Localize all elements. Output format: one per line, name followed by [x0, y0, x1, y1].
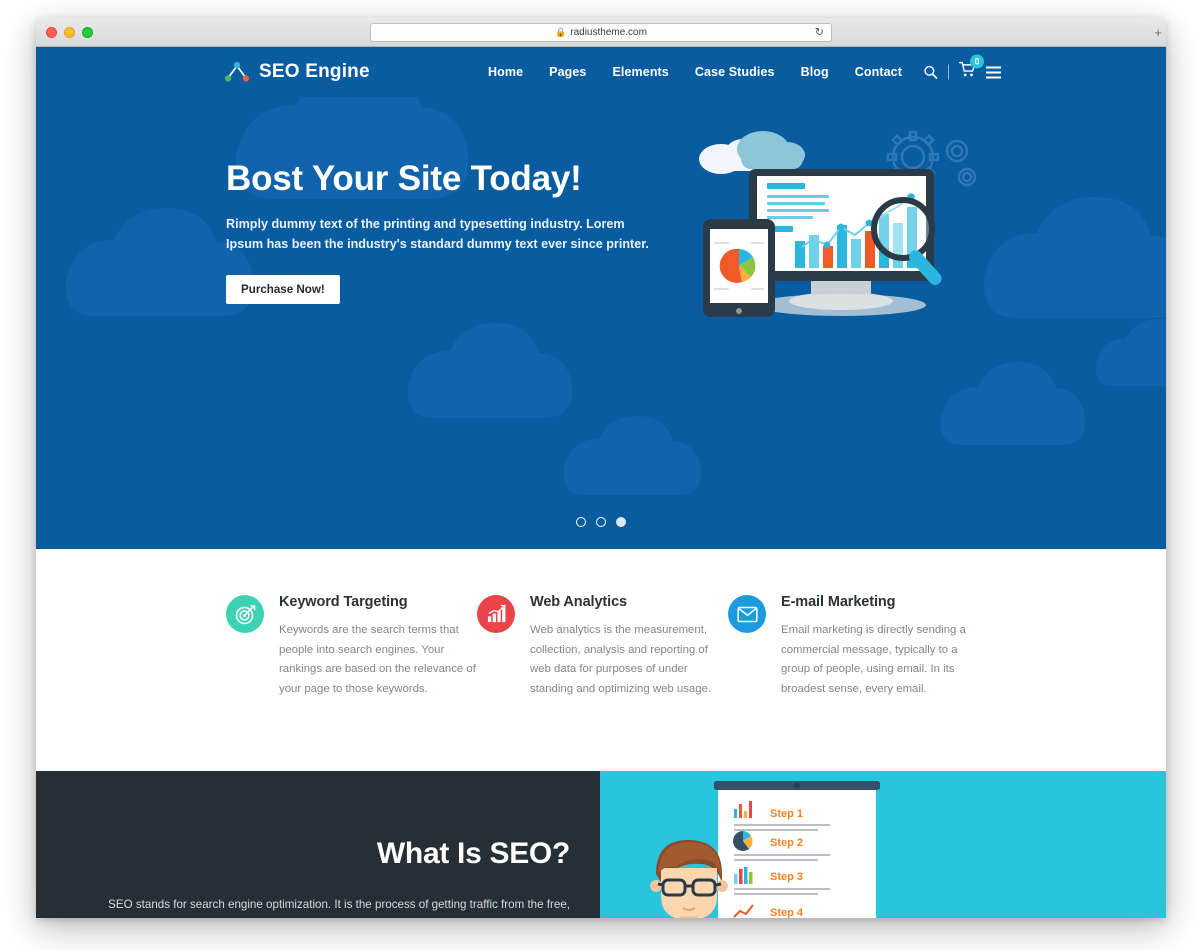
- feature-title: E-mail Marketing: [781, 594, 896, 610]
- nav-item-case-studies[interactable]: Case Studies: [695, 65, 775, 79]
- target-bullseye-icon: [226, 595, 264, 633]
- presenter-figure: [630, 826, 760, 918]
- hero-subtitle: Rimply dummy text of the printing and ty…: [226, 217, 649, 251]
- feature-email-marketing: E-mail Marketing Email marketing is dire…: [728, 593, 979, 699]
- svg-text:Step 3: Step 3: [770, 871, 803, 883]
- what-is-seo-section: What Is SEO? SEO stands for search engin…: [36, 771, 1166, 918]
- hero-title: Bost Your Site Today!: [226, 159, 582, 198]
- svg-text:Step 4: Step 4: [770, 907, 804, 918]
- window-controls[interactable]: [46, 26, 93, 38]
- network-node-logo-icon: [224, 61, 250, 82]
- nav-item-elements[interactable]: Elements: [612, 65, 668, 79]
- bar-chart-growth-icon: [477, 595, 515, 633]
- nav-item-blog[interactable]: Blog: [801, 65, 829, 79]
- primary-navigation: Home Pages Elements Case Studies Blog Co…: [488, 65, 902, 79]
- seo-section-title: What Is SEO?: [376, 837, 570, 870]
- nav-item-home[interactable]: Home: [488, 65, 523, 79]
- features-row: Keyword Targeting Keywords are the searc…: [226, 593, 1166, 699]
- brand-name: SEO Engine: [259, 61, 370, 82]
- slider-dot-3[interactable]: [616, 517, 626, 527]
- svg-text:Step 1: Step 1: [770, 808, 803, 820]
- site-logo[interactable]: SEO Engine: [224, 61, 370, 83]
- reload-icon[interactable]: ↻: [815, 27, 824, 38]
- hamburger-menu-icon[interactable]: [986, 66, 1001, 78]
- header-tools: 0: [923, 54, 1001, 83]
- feature-keyword-targeting: Keyword Targeting Keywords are the searc…: [226, 593, 477, 699]
- nav-item-contact[interactable]: Contact: [855, 65, 902, 79]
- site-header: SEO Engine Home Pages Elements Case Stud…: [36, 47, 1166, 97]
- slider-dot-1[interactable]: [576, 517, 586, 527]
- tools-divider: [948, 64, 949, 80]
- browser-titlebar: 🔒 radiustheme.com ↻ +: [36, 18, 1166, 47]
- cart-count-badge: 0: [970, 54, 984, 69]
- feature-description: Keywords are the search terms that peopl…: [279, 624, 476, 695]
- feature-title: Web Analytics: [530, 594, 628, 610]
- lock-icon: 🔒: [555, 27, 567, 37]
- seo-section-description: SEO stands for search engine optimizatio…: [108, 898, 570, 918]
- maximize-window-button[interactable]: [82, 26, 93, 38]
- seo-illustration-panel: Step 1 Step 2 Step 3 Step 4: [600, 771, 1166, 918]
- browser-window: 🔒 radiustheme.com ↻ + SEO Engine Home Pa…: [36, 18, 1166, 918]
- slider-dot-2[interactable]: [596, 517, 606, 527]
- address-bar[interactable]: 🔒 radiustheme.com ↻: [370, 23, 832, 42]
- features-section: Keyword Targeting Keywords are the searc…: [36, 549, 1166, 771]
- envelope-icon: [728, 595, 766, 633]
- close-window-button[interactable]: [46, 26, 57, 38]
- feature-description: Web analytics is the measurement, collec…: [530, 624, 712, 695]
- svg-text:Step 2: Step 2: [770, 837, 803, 849]
- nav-item-pages[interactable]: Pages: [549, 65, 586, 79]
- seo-analytics-illustration: [691, 119, 991, 339]
- search-icon[interactable]: [923, 65, 938, 80]
- feature-description: Email marketing is directly sending a co…: [781, 624, 966, 695]
- url-text: radiustheme.com: [570, 27, 647, 38]
- hero-content: Bost Your Site Today! Rimply dummy text …: [226, 159, 656, 305]
- seo-text-panel: What Is SEO? SEO stands for search engin…: [36, 771, 600, 918]
- cart-button[interactable]: 0: [959, 54, 984, 83]
- page-viewport: SEO Engine Home Pages Elements Case Stud…: [36, 47, 1166, 918]
- minimize-window-button[interactable]: [64, 26, 75, 38]
- new-tab-button[interactable]: +: [1154, 26, 1162, 39]
- hero-slider: Bost Your Site Today! Rimply dummy text …: [36, 97, 1166, 549]
- purchase-now-button[interactable]: Purchase Now!: [226, 275, 340, 305]
- feature-web-analytics: Web Analytics Web analytics is the measu…: [477, 593, 728, 699]
- slider-pagination: [576, 517, 626, 527]
- feature-title: Keyword Targeting: [279, 594, 408, 610]
